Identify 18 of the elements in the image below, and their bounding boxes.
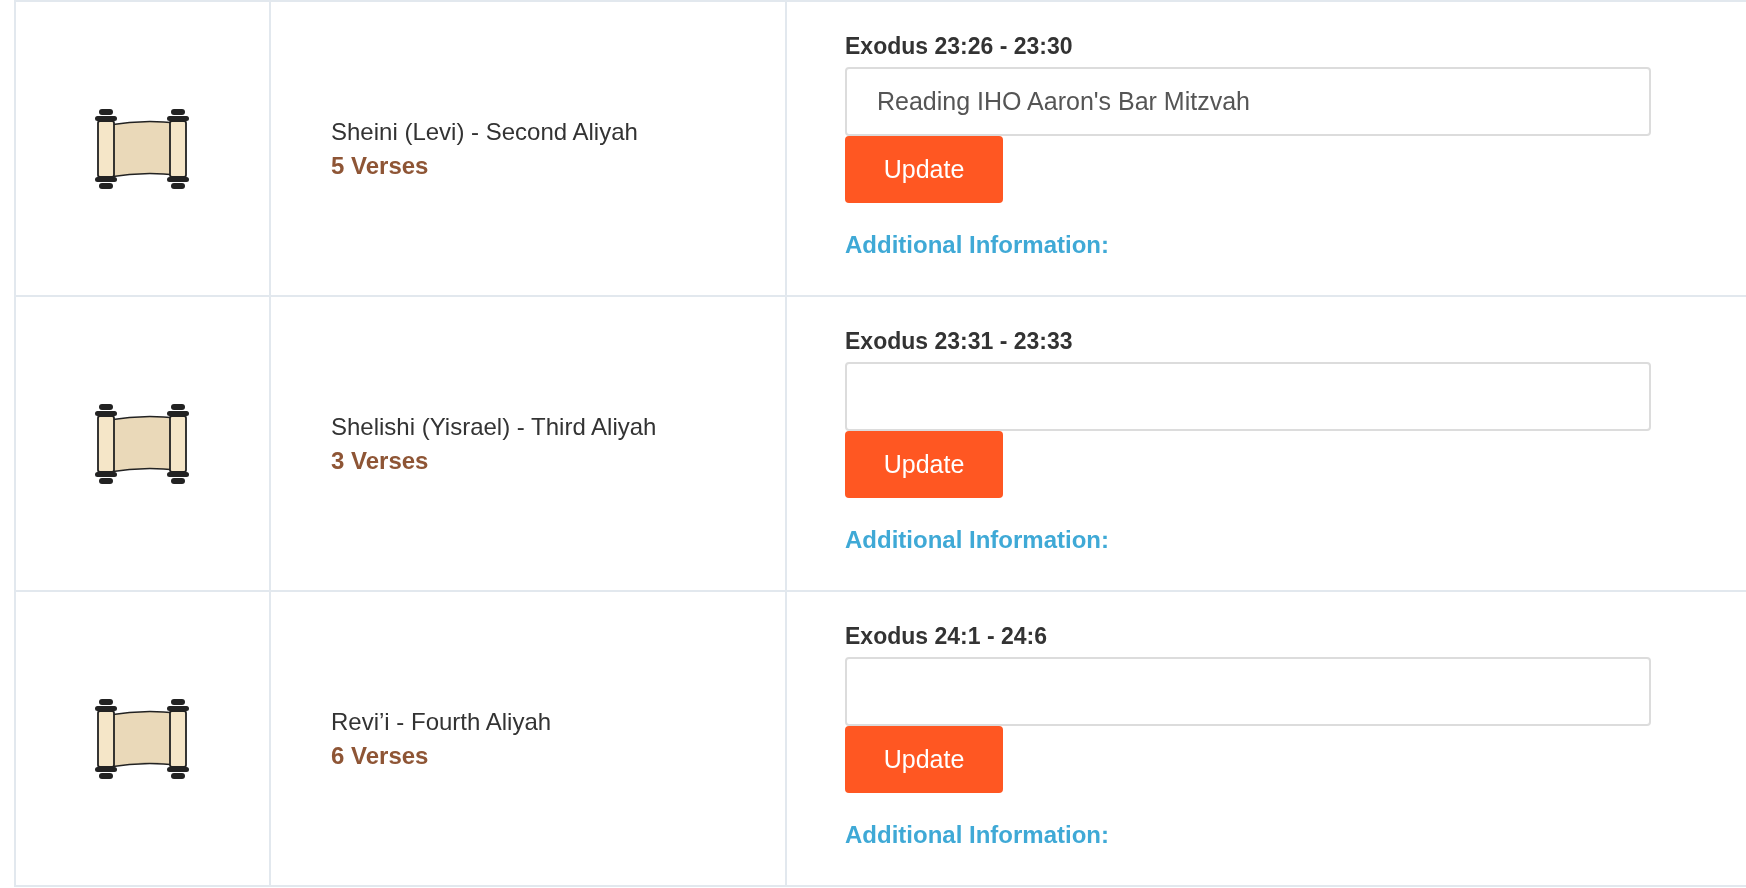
verse-count: 5 Verses (331, 150, 430, 181)
aliyah-name: Revi’i - Fourth Aliyah (331, 706, 553, 737)
dedication-field[interactable] (845, 657, 1651, 726)
additional-information-link[interactable]: Additional Information: (845, 227, 1109, 263)
dedication-field[interactable] (845, 362, 1651, 431)
update-button[interactable]: Update (845, 431, 1003, 498)
update-button[interactable]: Update (845, 726, 1003, 793)
passage-title: Exodus 23:31 - 23:33 (845, 327, 1073, 356)
verse-count: 3 Verses (331, 445, 430, 476)
passage-title: Exodus 24:1 - 24:6 (845, 622, 1047, 651)
update-button[interactable]: Update (845, 136, 1003, 203)
aliyah-name: Sheini (Levi) - Second Aliyah (331, 116, 639, 147)
verse-count: 6 Verses (331, 740, 430, 771)
aliyah-name: Shelishi (Yisrael) - Third Aliyah (331, 411, 658, 442)
additional-information-link[interactable]: Additional Information: (845, 522, 1109, 558)
additional-information-link[interactable]: Additional Information: (845, 817, 1109, 853)
passage-title: Exodus 23:26 - 23:30 (845, 32, 1073, 61)
dedication-field[interactable]: Reading IHO Aaron's Bar Mitzvah (845, 67, 1651, 136)
